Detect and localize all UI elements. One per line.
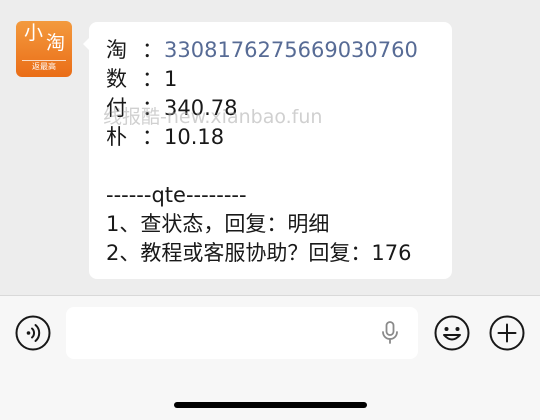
mic-icon[interactable] bbox=[380, 321, 400, 345]
home-indicator[interactable] bbox=[174, 402, 367, 408]
label-order: 淘 bbox=[106, 38, 127, 62]
colon: ： bbox=[142, 125, 163, 149]
message-line-quantity: 数 ：1 bbox=[106, 65, 436, 94]
emoji-icon[interactable] bbox=[434, 315, 470, 351]
colon: ： bbox=[142, 38, 163, 62]
order-number-link[interactable]: 330817627566903076​0 bbox=[164, 38, 418, 62]
message-line-rebate: 朴 ：10.18 bbox=[106, 123, 436, 152]
chat-area: 小淘 返最高 淘：330817627566903076​0 数：1 付：340.… bbox=[0, 0, 540, 295]
avatar-logo-text: 小淘 bbox=[16, 22, 72, 53]
avatar-logo-subtext: 返最高 bbox=[22, 60, 66, 72]
message-line-paid: 付 ：340.78 bbox=[106, 94, 436, 123]
plus-icon[interactable] bbox=[489, 315, 525, 351]
message-input[interactable] bbox=[66, 307, 418, 359]
label-paid: 付 bbox=[106, 96, 127, 120]
label-quantity: 数 bbox=[106, 67, 127, 91]
message-instruction-1: 1、查状态，回复：明细 bbox=[106, 212, 330, 236]
avatar-logo-char-2: 淘 bbox=[46, 32, 67, 54]
colon: ： bbox=[142, 67, 163, 91]
rebate-value: 10.18 bbox=[164, 125, 225, 149]
colon: ： bbox=[142, 96, 163, 120]
sender-avatar[interactable]: 小淘 返最高 bbox=[16, 21, 72, 77]
label-rebate: 朴 bbox=[106, 125, 127, 149]
message-separator: ------qte-------- bbox=[106, 183, 247, 207]
message-line-order: 淘 ：330817627566903076​0 bbox=[106, 36, 436, 65]
paid-value: 340.78 bbox=[164, 96, 238, 120]
message-bubble[interactable]: 淘：330817627566903076​0 数：1 付：340.78 朴：10… bbox=[83, 22, 452, 279]
avatar-logo-char-1: 小 bbox=[23, 22, 44, 44]
message-instruction-2: 2、教程或客服协助？回复：176 bbox=[106, 241, 412, 265]
quantity-value: 1 bbox=[164, 67, 178, 91]
voice-icon[interactable] bbox=[15, 315, 51, 351]
